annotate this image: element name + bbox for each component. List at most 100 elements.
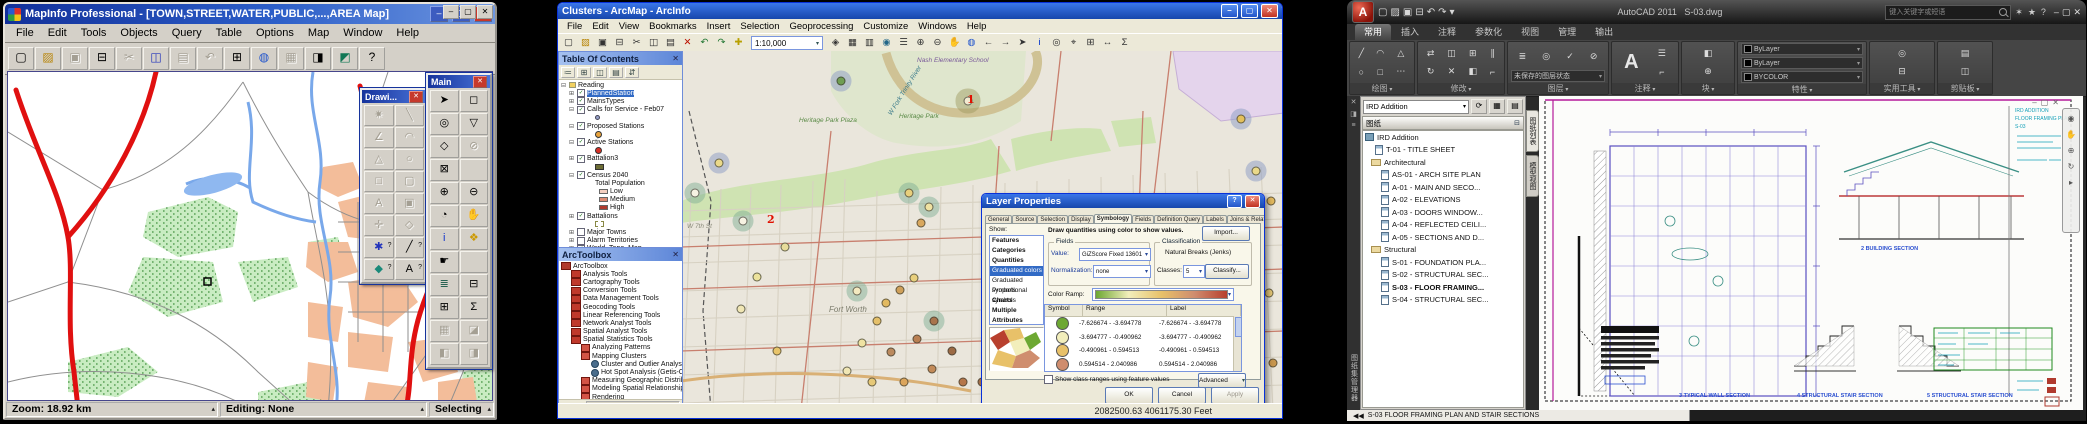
layer-checkbox[interactable]: [577, 97, 585, 105]
close-icon[interactable]: ✕: [409, 91, 423, 103]
menu-item[interactable]: File: [9, 27, 41, 39]
menu-item[interactable]: Objects: [113, 27, 164, 39]
close-button[interactable]: ✕: [2073, 7, 2081, 18]
sheet-row[interactable]: A-04 - REFLECTED CEILI...: [1363, 219, 1523, 232]
toolbar-button[interactable]: ◉: [879, 36, 894, 50]
drawing-tool-button[interactable]: ◆: [364, 259, 394, 280]
draw-tool-icon[interactable]: ╱: [1359, 48, 1364, 59]
clipboard-tool-icon[interactable]: ◫: [1961, 66, 1970, 77]
main-tool-button[interactable]: ◻: [460, 90, 489, 112]
toc-layer-row[interactable]: Low: [559, 187, 682, 195]
utility-tool-icon[interactable]: ◎: [1898, 48, 1906, 59]
menu-item[interactable]: File: [562, 21, 587, 32]
infocenter-button[interactable]: ?: [2041, 7, 2046, 18]
toolbar-button[interactable]: ▤: [663, 36, 678, 50]
modify-tool-icon[interactable]: ⊞: [1469, 48, 1477, 59]
menu-item[interactable]: Help: [389, 27, 426, 39]
search-icon[interactable]: [1999, 8, 2007, 16]
sheet-row[interactable]: A-03 - DOORS WINDOW...: [1363, 206, 1523, 219]
close-icon[interactable]: ✕: [1351, 98, 1357, 106]
main-tool-button[interactable]: ◨: [460, 343, 489, 365]
classes-combo[interactable]: 5: [1183, 265, 1205, 278]
modify-tool-icon[interactable]: ↻: [1427, 66, 1435, 77]
close-button[interactable]: ✕: [1261, 4, 1278, 18]
qat-button[interactable]: ▾: [1450, 7, 1455, 18]
close-icon[interactable]: ✕: [473, 76, 487, 88]
toolbar-button[interactable]: i: [1032, 36, 1047, 50]
sheet-row[interactable]: A-05 - SECTIONS AND D...: [1363, 231, 1523, 244]
toolbox-item[interactable]: Analyzing Patterns: [559, 344, 682, 352]
renderer-option[interactable]: Features: [990, 236, 1043, 246]
main-tool-button[interactable]: ✋: [460, 205, 489, 227]
layer-checkbox[interactable]: [577, 237, 585, 245]
sheetset-button[interactable]: ▦: [1489, 99, 1505, 114]
menu-item[interactable]: Options: [249, 27, 301, 39]
ribbon-tab[interactable]: 参数化: [1466, 24, 1511, 40]
toolbar-button[interactable]: ↶: [197, 47, 223, 70]
toc-layer-row[interactable]: Medium: [559, 196, 682, 204]
qat-button[interactable]: ▨: [1390, 7, 1399, 18]
maximize-button[interactable]: ▢: [2062, 7, 2071, 18]
renderer-option[interactable]: Graduated symbols: [990, 276, 1043, 286]
minimize-button[interactable]: –: [2054, 7, 2059, 18]
sheet-row[interactable]: Architectural: [1363, 156, 1523, 169]
feature-values-checkbox[interactable]: [1044, 375, 1053, 384]
main-tool-button[interactable]: Σ: [460, 297, 489, 319]
menu-item[interactable]: Edit: [587, 21, 613, 32]
close-icon[interactable]: ✕: [672, 250, 679, 259]
toolbox-item[interactable]: Linear Referencing Tools: [559, 311, 682, 319]
ribbon-tab[interactable]: 插入: [1392, 24, 1428, 40]
sheet-row[interactable]: A-02 - ELEVATIONS: [1363, 194, 1523, 207]
layer-checkbox[interactable]: [577, 228, 585, 236]
layer-tool-icon[interactable]: ✓: [1566, 51, 1574, 62]
pan-icon[interactable]: ✋: [2066, 130, 2076, 139]
qat-button[interactable]: ↶: [1427, 7, 1435, 18]
expander-icon[interactable]: ⊞: [569, 213, 575, 220]
application-menu-button[interactable]: A: [1352, 1, 1374, 23]
toolbox-item[interactable]: Cartography Tools: [559, 278, 682, 286]
qat-button[interactable]: ⊟: [1415, 7, 1423, 18]
panel-label[interactable]: 块: [1682, 83, 1734, 94]
menu-item[interactable]: Edit: [41, 27, 74, 39]
tab-scroll-icons[interactable]: ◀◀: [1353, 412, 1364, 420]
toc-layer-row[interactable]: ⊟ Census 2040: [559, 171, 682, 179]
expander-icon[interactable]: ⊟: [569, 172, 575, 179]
expander-icon[interactable]: ⊞: [569, 90, 575, 97]
ok-button[interactable]: OK: [1105, 387, 1153, 404]
utility-tool-icon[interactable]: ⊟: [1898, 66, 1906, 77]
sheetset-button[interactable]: ⟳: [1471, 99, 1487, 114]
toolbar-button[interactable]: ▦: [278, 47, 304, 70]
ribbon-tab[interactable]: 视图: [1512, 24, 1548, 40]
maximize-button[interactable]: ▢: [1241, 4, 1258, 18]
toolbar-button[interactable]: ↶: [697, 36, 712, 50]
toc-layer-row[interactable]: ⊟ Proposed Stations: [559, 122, 682, 130]
main-tool-button[interactable]: ➤: [430, 90, 459, 112]
toolbar-button[interactable]: ⊟: [89, 47, 115, 70]
expander-icon[interactable]: ⊞: [569, 229, 575, 236]
toolbar-button[interactable]: ◩: [332, 47, 358, 70]
palette-side-tab[interactable]: 图纸列表: [1526, 110, 1539, 152]
layout-tab[interactable]: ◀◀ S-03 FLOOR FRAMING PLAN AND STAIR SEC…: [1347, 410, 1690, 421]
expander-icon[interactable]: ⊞: [569, 237, 575, 244]
layer-tool-icon[interactable]: ⊘: [1590, 51, 1598, 62]
toolbar-button[interactable]: ▨: [578, 36, 593, 50]
layer-checkbox[interactable]: [577, 89, 585, 97]
close-icon[interactable]: ✕: [672, 54, 679, 63]
value-combo[interactable]: GiZScore Fixed 13601: [1079, 248, 1151, 261]
main-tool-button[interactable]: ◎: [430, 113, 459, 135]
drawing-tool-button[interactable]: ◇: [395, 215, 425, 236]
drawing-tool-button[interactable]: A: [395, 259, 425, 280]
sheet-row[interactable]: S-01 - FOUNDATION PLA...: [1363, 256, 1523, 269]
menu-item[interactable]: Windows: [913, 21, 962, 32]
toolbar-button[interactable]: ▢: [561, 36, 576, 50]
drawing-tool-button[interactable]: ✱: [364, 237, 394, 258]
sheetset-combo[interactable]: IRD Addition: [1363, 100, 1469, 114]
main-tool-button[interactable]: ◧: [430, 343, 459, 365]
layer-state-combo[interactable]: 未保存的图层状态: [1511, 70, 1605, 82]
block-tool-icon[interactable]: ⊕: [1704, 66, 1712, 77]
sheet-row[interactable]: S-03 - FLOOR FRAMING...: [1363, 281, 1523, 294]
main-tool-button[interactable]: ◔: [430, 205, 459, 227]
dialog-titlebar[interactable]: Layer Properties ? ✕: [982, 194, 1264, 208]
minimize-button[interactable]: –: [2032, 98, 2036, 107]
modify-tool-icon[interactable]: ⌐: [1490, 67, 1495, 77]
